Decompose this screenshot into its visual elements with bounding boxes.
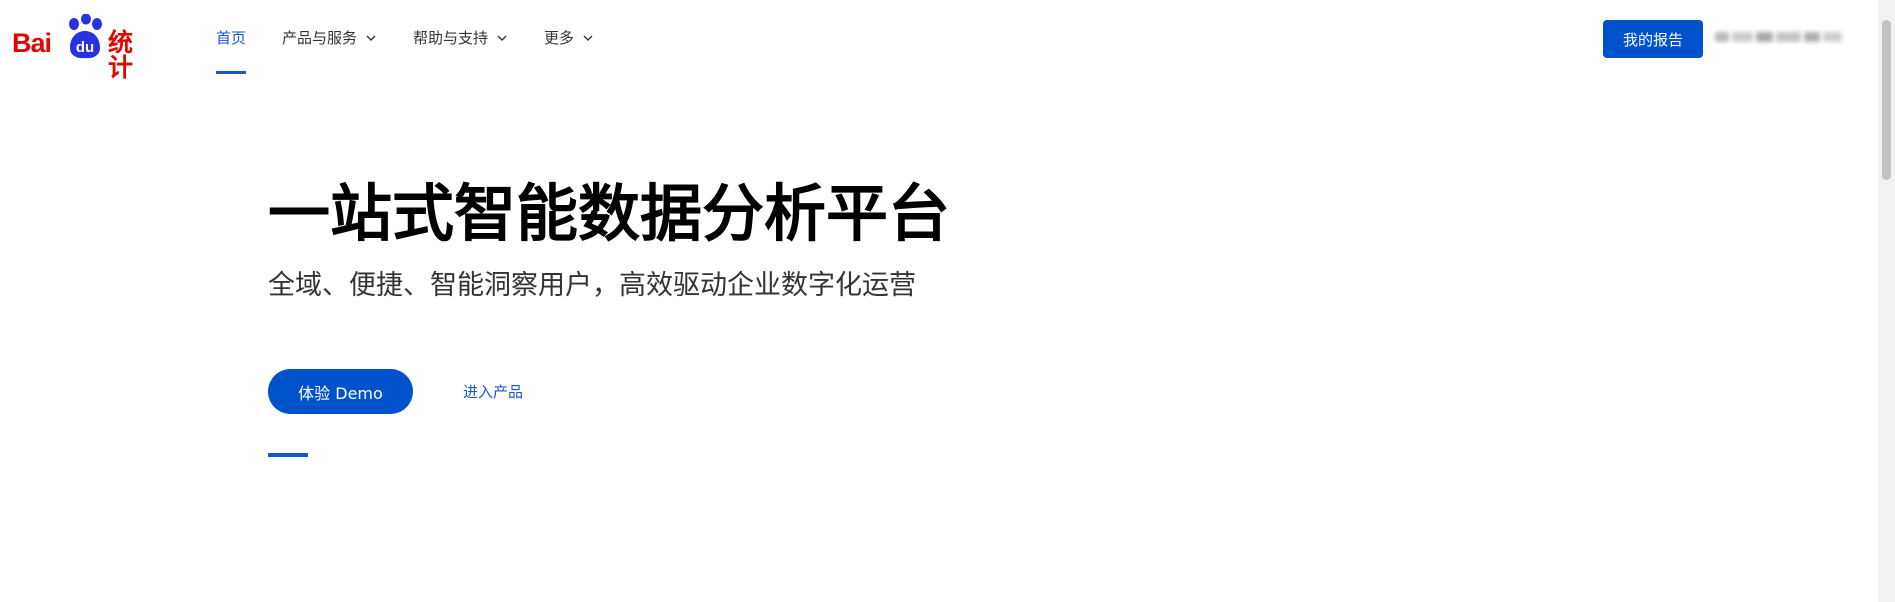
main-nav: 首页 产品与服务 帮助与支持 更多 bbox=[216, 0, 630, 75]
chevron-down-icon bbox=[366, 35, 376, 41]
active-tab-underline bbox=[216, 71, 247, 74]
enter-product-link[interactable]: 进入产品 bbox=[463, 380, 523, 404]
nav-item-home[interactable]: 首页 bbox=[216, 0, 247, 75]
my-report-button[interactable]: 我的报告 bbox=[1603, 20, 1703, 58]
baidu-tongji-logo[interactable]: Bai du 统计 bbox=[12, 14, 148, 80]
chevron-down-icon bbox=[583, 35, 593, 41]
nav-item-label: 更多 bbox=[544, 29, 575, 47]
nav-item-label: 帮助与支持 bbox=[413, 29, 489, 47]
top-header: Bai du 统计 首页 产品与服务 帮助与支持 更多 我的报告 bbox=[0, 0, 1875, 80]
hero-accent-bar bbox=[268, 453, 308, 457]
hero-title: 一站式智能数据分析平台 bbox=[268, 177, 951, 250]
logo-bai-text: Bai bbox=[12, 28, 52, 58]
nav-item-more[interactable]: 更多 bbox=[544, 0, 594, 75]
try-demo-button[interactable]: 体验 Demo bbox=[268, 369, 413, 414]
hero-subtitle: 全域、便捷、智能洞察用户，高效驱动企业数字化运营 bbox=[268, 270, 916, 301]
chevron-down-icon bbox=[497, 35, 507, 41]
logo-tongji-text: 统计 bbox=[108, 28, 134, 82]
nav-item-label: 首页 bbox=[216, 29, 247, 47]
nav-item-help[interactable]: 帮助与支持 bbox=[413, 0, 508, 75]
nav-item-products[interactable]: 产品与服务 bbox=[282, 0, 377, 75]
page-scrollbar[interactable] bbox=[1878, 0, 1895, 602]
page: Bai du 统计 首页 产品与服务 帮助与支持 更多 我的报告 一站式智能数据… bbox=[0, 0, 1895, 602]
logo-du-text: du bbox=[76, 39, 94, 56]
user-account-blurred[interactable] bbox=[1715, 22, 1845, 52]
scrollbar-thumb[interactable] bbox=[1882, 20, 1891, 180]
baidu-paw-icon: du bbox=[69, 14, 102, 59]
nav-item-label: 产品与服务 bbox=[282, 29, 358, 47]
